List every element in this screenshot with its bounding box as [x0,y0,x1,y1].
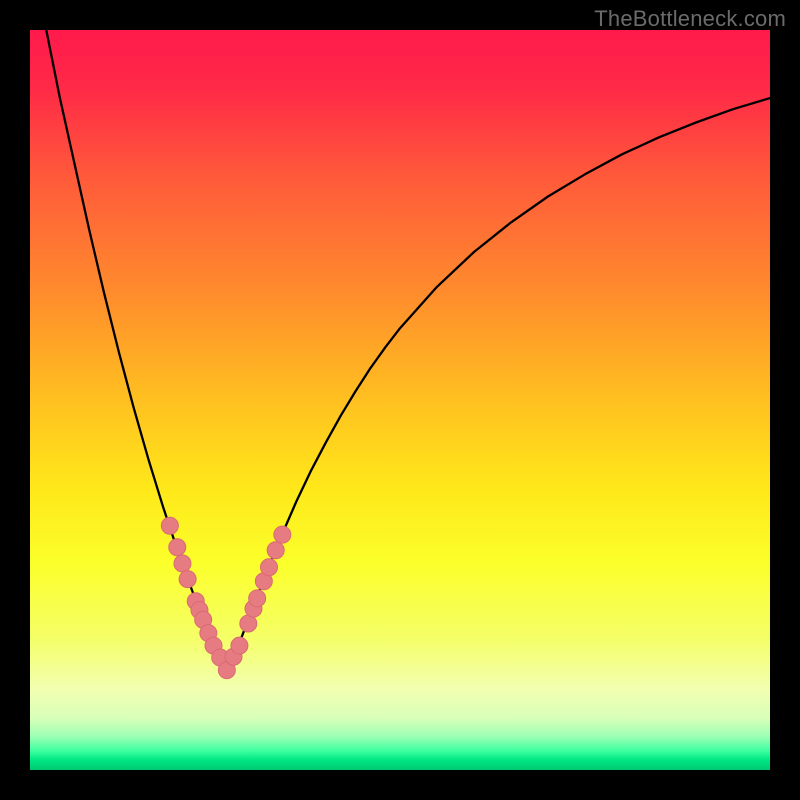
bottleneck-curve [30,30,770,770]
curve-marker [267,542,284,559]
curve-marker [179,571,196,588]
curve-marker [169,539,186,556]
watermark-label: TheBottleneck.com [594,6,786,32]
curve-marker [261,559,278,576]
curve-marker [249,590,266,607]
curve-marker [231,637,248,654]
curve-marker [174,555,191,572]
curve-marker [274,526,291,543]
plot-area [30,30,770,770]
chart-frame: TheBottleneck.com [0,0,800,800]
curve-marker [161,517,178,534]
